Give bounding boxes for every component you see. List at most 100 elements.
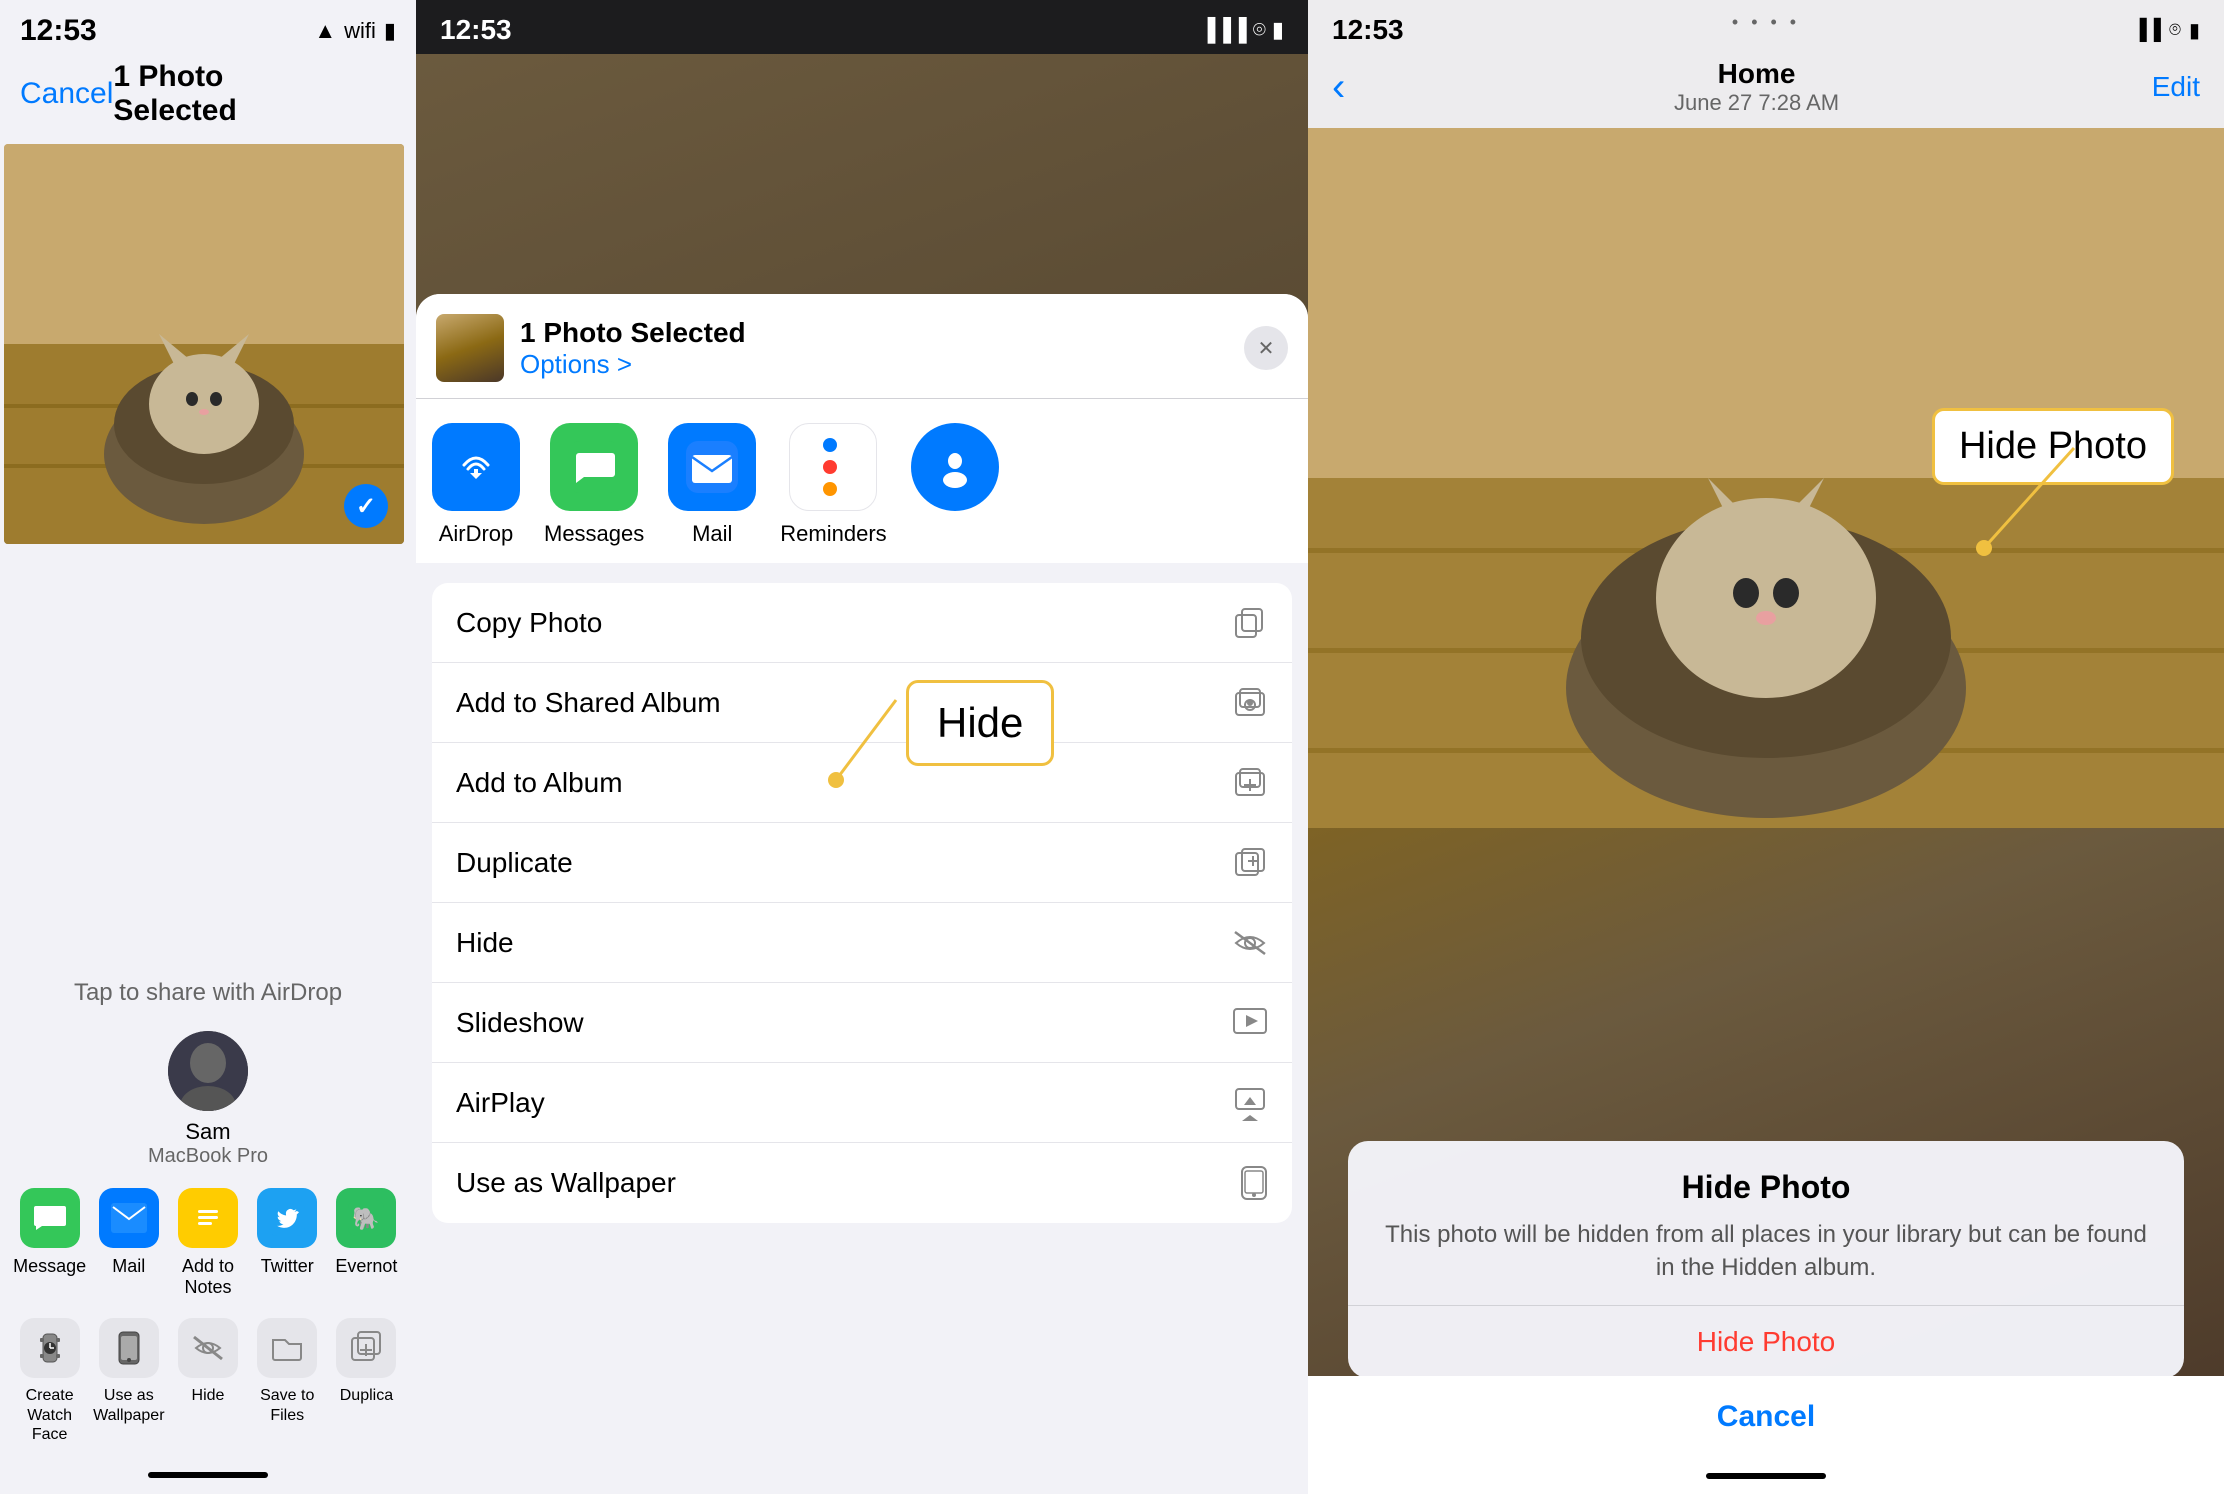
wallpaper-sheet-icon <box>1240 1165 1268 1201</box>
avatar-subtitle: MacBook Pro <box>148 1145 268 1168</box>
reminders-share[interactable]: Reminders <box>780 423 886 547</box>
cat-photo <box>4 144 404 544</box>
messages-icon <box>550 423 638 511</box>
alert-upper: Hide Photo This photo will be hidden fro… <box>1348 1141 2184 1305</box>
alert-cancel-area: Cancel <box>1308 1364 2224 1458</box>
more-share[interactable] <box>911 423 999 547</box>
copy-photo-label: Copy Photo <box>456 607 1232 639</box>
status-bar-left: 12:53 ▲ wifi ▮ <box>0 0 416 56</box>
watch-face-label: Create Watch Face <box>10 1386 89 1444</box>
status-icons-right: ▐▐ ⌾ ▮ <box>2133 18 2200 43</box>
svg-text:🐘: 🐘 <box>353 1206 380 1231</box>
photo-grid <box>0 140 416 963</box>
reminders-icon <box>789 423 877 511</box>
selection-checkmark <box>344 484 388 528</box>
action-wallpaper-sheet[interactable]: Use as Wallpaper <box>432 1143 1292 1223</box>
panel-left: 12:53 ▲ wifi ▮ Cancel 1 Photo Selected <box>0 0 416 1494</box>
hide-label-sheet: Hide <box>456 927 1232 959</box>
rem-line-3 <box>823 482 843 496</box>
signal-icon-right: ▐▐ <box>2133 19 2161 42</box>
photo-thumbnail[interactable] <box>4 144 404 544</box>
panel-middle: 12:53 ▐▐▐ ⌾ ▮ 1 Photo Selected Options >… <box>416 0 1308 1494</box>
action-icons-row: Create Watch Face Use as Wallpaper <box>0 1318 416 1464</box>
action-hide-sheet[interactable]: Hide <box>432 903 1292 983</box>
share-apps-row-sheet: AirDrop Messages <box>416 399 1308 571</box>
share-twitter[interactable]: Twitter <box>248 1188 327 1298</box>
share-notes[interactable]: Add to Notes <box>168 1188 247 1298</box>
home-bar-right <box>1706 1473 1826 1479</box>
mail-label: Mail <box>112 1256 145 1277</box>
action-wallpaper[interactable]: Use as Wallpaper <box>89 1318 168 1444</box>
alert-title-text: Hide Photo <box>1378 1169 2154 1206</box>
photo-selected-title: 1 Photo Selected <box>113 60 325 128</box>
home-indicator-left <box>0 1464 416 1494</box>
reminders-label: Reminders <box>780 521 886 547</box>
more-icon <box>911 423 999 511</box>
sheet-options-link[interactable]: Options > <box>520 349 1228 380</box>
evernote-icon: 🐘 <box>336 1188 396 1248</box>
avatar-name: Sam <box>185 1119 230 1145</box>
time-right: 12:53 <box>1332 14 1404 46</box>
notes-icon <box>178 1188 238 1248</box>
avatar-row: Sam MacBook Pro <box>0 1031 416 1188</box>
sheet-header-text: 1 Photo Selected Options > <box>520 317 1228 380</box>
home-bar <box>148 1472 268 1478</box>
airdrop-label: AirDrop <box>439 521 514 547</box>
action-duplicate[interactable]: Duplica <box>327 1318 406 1444</box>
photo-background-right: Hide Photo Hide Photo This photo will be… <box>1308 128 2224 1458</box>
airdrop-icon <box>432 423 520 511</box>
status-dots: ▐▐▐ ⌾ ▮ <box>1200 17 1284 43</box>
action-watch-face[interactable]: Create Watch Face <box>10 1318 89 1444</box>
mail-share[interactable]: Mail <box>668 423 756 547</box>
sheet-thumbnail <box>436 314 504 382</box>
home-indicator-right <box>1308 1458 2224 1494</box>
time-middle: 12:53 <box>440 14 512 46</box>
airdrop-share[interactable]: AirDrop <box>432 423 520 547</box>
alert-body-text: This photo will be hidden from all place… <box>1378 1218 2154 1285</box>
wallpaper-label: Use as Wallpaper <box>89 1386 168 1424</box>
signal-bars-icon: ▐▐▐ <box>1200 17 1247 43</box>
duplicate-sheet-icon <box>1232 845 1268 881</box>
action-airplay[interactable]: AirPlay <box>432 1063 1292 1143</box>
nav-title-block: Home June 27 7:28 AM <box>1361 58 2151 116</box>
sheet-close-button[interactable]: ✕ <box>1244 326 1288 370</box>
battery-icon-right: ▮ <box>2189 18 2200 43</box>
nav-bar-right: ‹ Home June 27 7:28 AM Edit <box>1308 54 2224 128</box>
nav-back-button[interactable]: ‹ <box>1332 65 1345 110</box>
cancel-button[interactable]: Cancel <box>20 77 113 111</box>
signal-icon: ▲ <box>314 18 336 44</box>
airplay-icon <box>1232 1085 1268 1121</box>
nav-subtitle-text: June 27 7:28 AM <box>1361 90 2151 116</box>
slideshow-icon <box>1232 1005 1268 1041</box>
save-files-label: Save to Files <box>248 1386 327 1424</box>
message-label: Message <box>13 1256 86 1277</box>
twitter-label: Twitter <box>261 1256 314 1277</box>
add-album-icon <box>1232 765 1268 801</box>
wallpaper-icon <box>99 1318 159 1378</box>
wifi-icon: wifi <box>344 18 376 44</box>
alert-cancel-button[interactable]: Cancel <box>1308 1376 2224 1458</box>
action-hide[interactable]: Hide <box>168 1318 247 1444</box>
twitter-icon <box>257 1188 317 1248</box>
slideshow-label: Slideshow <box>456 1007 1232 1039</box>
copy-photo-icon <box>1232 605 1268 641</box>
shared-album-icon <box>1232 685 1268 721</box>
rem-dot-orange <box>823 482 837 496</box>
action-save-files[interactable]: Save to Files <box>248 1318 327 1444</box>
hide-sheet-icon <box>1232 929 1268 957</box>
action-slideshow[interactable]: Slideshow <box>432 983 1292 1063</box>
status-dots-right: • • • • <box>1732 12 1800 33</box>
status-bar-right: 12:53 • • • • ▐▐ ⌾ ▮ <box>1308 0 2224 54</box>
top-bar-left: Cancel 1 Photo Selected <box>0 56 416 140</box>
share-message[interactable]: Message <box>10 1188 89 1298</box>
nav-title-text: Home <box>1361 58 2151 90</box>
share-mail[interactable]: Mail <box>89 1188 168 1298</box>
evernote-label: Evernot <box>335 1256 397 1277</box>
nav-edit-button[interactable]: Edit <box>2152 71 2200 103</box>
status-icons-left: ▲ wifi ▮ <box>314 18 396 44</box>
save-files-icon <box>257 1318 317 1378</box>
messages-label: Messages <box>544 521 644 547</box>
messages-share[interactable]: Messages <box>544 423 644 547</box>
share-evernote[interactable]: 🐘 Evernot <box>327 1188 406 1298</box>
wifi-icon-right: ⌾ <box>2169 19 2181 42</box>
